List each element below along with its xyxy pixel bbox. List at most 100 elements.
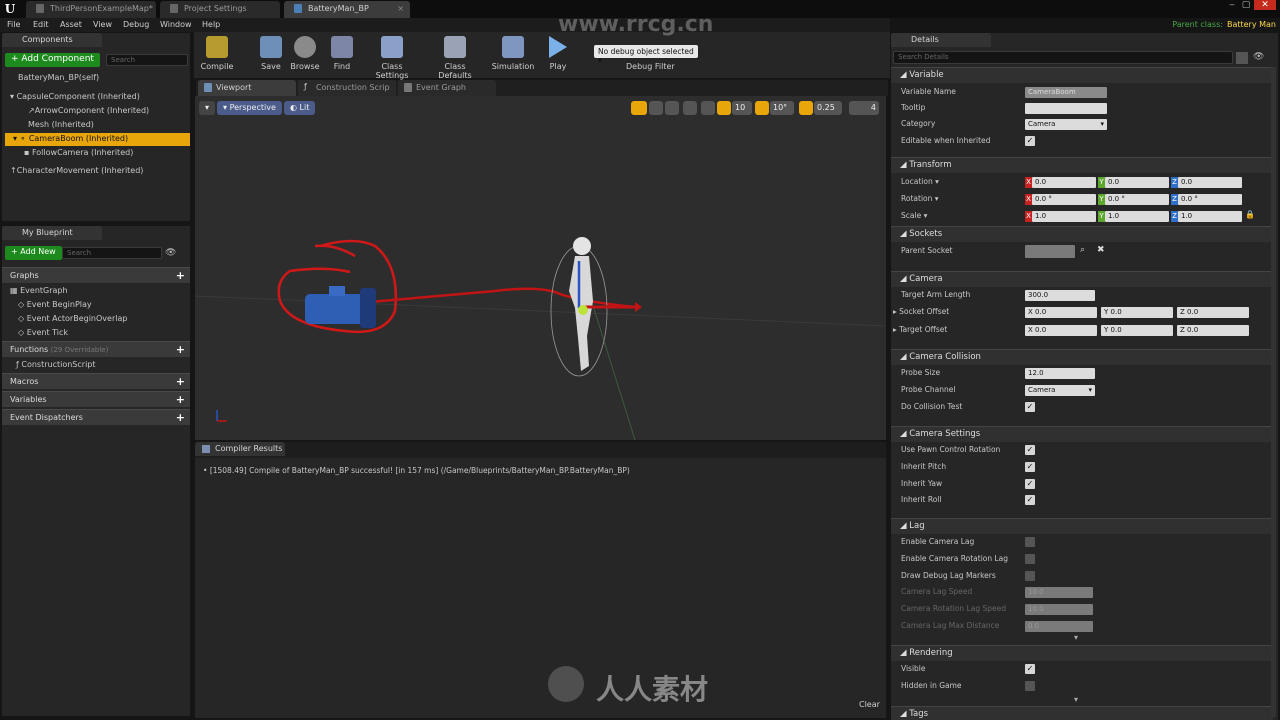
- close-window-icon[interactable]: ✕: [1254, 0, 1276, 10]
- components-search-input[interactable]: Search: [106, 54, 188, 66]
- inherit-pitch-checkbox[interactable]: ✓: [1025, 462, 1035, 472]
- probe-size-input[interactable]: 12.0: [1025, 368, 1095, 379]
- component-root[interactable]: BatteryMan_BP(self): [18, 73, 99, 82]
- grid-size-value[interactable]: 10: [732, 101, 752, 115]
- editable-checkbox[interactable]: ✓: [1025, 136, 1035, 146]
- rotation-y-input[interactable]: 0.0 °: [1105, 194, 1169, 205]
- lag-section[interactable]: ◢ Lag: [891, 518, 1273, 534]
- tab-event-graph[interactable]: Event Graph: [398, 80, 496, 96]
- minimize-icon[interactable]: ‒: [1226, 0, 1238, 10]
- scale-snap-value[interactable]: 0.25: [814, 101, 842, 115]
- component-capsule[interactable]: ▾ CapsuleComponent (Inherited): [10, 92, 140, 101]
- visible-checkbox[interactable]: ✓: [1025, 664, 1035, 674]
- hidden-in-game-checkbox[interactable]: [1025, 681, 1035, 691]
- target-offset-label[interactable]: ▸ Target Offset: [893, 325, 947, 334]
- menu-edit[interactable]: Edit: [33, 20, 49, 29]
- add-variable-icon[interactable]: +: [176, 393, 185, 406]
- perspective-button[interactable]: ▾ Perspective: [217, 101, 282, 115]
- translate-icon[interactable]: [631, 101, 647, 115]
- menu-window[interactable]: Window: [160, 20, 192, 29]
- rotation-snap-icon[interactable]: [755, 101, 769, 115]
- rotation-lag-checkbox[interactable]: [1025, 554, 1035, 564]
- event-beginplay[interactable]: ◇ Event BeginPlay: [18, 300, 92, 309]
- grid-snap-icon[interactable]: [717, 101, 731, 115]
- component-cameraboom[interactable]: ▾ ⚬ CameraBoom (Inherited): [5, 133, 190, 146]
- menu-debug[interactable]: Debug: [123, 20, 149, 29]
- details-scrollbar[interactable]: [1271, 67, 1276, 717]
- menu-view[interactable]: View: [93, 20, 112, 29]
- viewport-options-icon[interactable]: ▾: [199, 101, 216, 115]
- variable-name-input[interactable]: CameraBoom: [1025, 87, 1107, 98]
- add-dispatcher-icon[interactable]: +: [176, 411, 185, 424]
- scale-z-input[interactable]: 1.0: [1178, 211, 1242, 222]
- simulation-button[interactable]: Simulation: [490, 36, 536, 76]
- component-arrow[interactable]: ↗ArrowComponent (Inherited): [28, 106, 149, 115]
- location-y-input[interactable]: 0.0: [1105, 177, 1169, 188]
- lit-button[interactable]: ◐ Lit: [284, 101, 316, 115]
- add-new-button[interactable]: + Add New: [5, 246, 62, 260]
- rotation-x-input[interactable]: 0.0 °: [1032, 194, 1096, 205]
- world-icon[interactable]: [683, 101, 697, 115]
- camera-collision-section[interactable]: ◢ Camera Collision: [891, 349, 1273, 365]
- macros-section[interactable]: Macros +: [2, 373, 190, 389]
- eye-icon[interactable]: 👁: [1253, 52, 1264, 62]
- graph-eventgraph[interactable]: ▦ EventGraph: [10, 286, 68, 295]
- rotate-icon[interactable]: [649, 101, 663, 115]
- event-tick[interactable]: ◇ Event Tick: [18, 328, 68, 337]
- tab-construction-script[interactable]: ƒ Construction Scrip: [298, 80, 396, 96]
- lock-icon[interactable]: 🔒: [1245, 210, 1255, 219]
- socket-offset-z[interactable]: Z 0.0: [1177, 307, 1249, 318]
- graphs-section[interactable]: Graphs +: [2, 267, 190, 283]
- socket-offset-x[interactable]: X 0.0: [1025, 307, 1097, 318]
- parent-socket-input[interactable]: [1025, 245, 1075, 258]
- tab-batteryman-bp[interactable]: BatteryMan_BP ×: [284, 1, 410, 18]
- maximize-icon[interactable]: ▢: [1240, 0, 1252, 10]
- pawn-rotation-checkbox[interactable]: ✓: [1025, 445, 1035, 455]
- event-actorbeginoverlap[interactable]: ◇ Event ActorBeginOverlap: [18, 314, 127, 323]
- parent-class-link[interactable]: Battery Man: [1227, 20, 1276, 29]
- inherit-roll-checkbox[interactable]: ✓: [1025, 495, 1035, 505]
- compile-button[interactable]: Compile: [196, 36, 238, 76]
- close-tab-icon[interactable]: ×: [397, 4, 404, 13]
- surface-snap-icon[interactable]: [701, 101, 715, 115]
- search-icon[interactable]: ⌕: [1080, 245, 1085, 255]
- probe-channel-select[interactable]: Camera ▾: [1025, 385, 1095, 396]
- variable-section[interactable]: ◢ Variable: [891, 67, 1273, 83]
- clear-icon[interactable]: ✖: [1097, 245, 1105, 255]
- menu-asset[interactable]: Asset: [60, 20, 82, 29]
- tab-viewport[interactable]: Viewport: [198, 80, 296, 96]
- add-function-icon[interactable]: +: [176, 343, 185, 356]
- scale-snap-icon[interactable]: [799, 101, 813, 115]
- arm-length-input[interactable]: 300.0: [1025, 290, 1095, 301]
- sockets-section[interactable]: ◢ Sockets: [891, 226, 1273, 242]
- functions-section[interactable]: Functions (29 Overridable) +: [2, 341, 190, 357]
- menu-help[interactable]: Help: [202, 20, 220, 29]
- tab-project-settings[interactable]: Project Settings: [160, 1, 280, 18]
- tab-thirdperson-map[interactable]: ThirdPersonExampleMap*: [26, 1, 156, 18]
- rendering-expand-icon[interactable]: ▾: [1074, 695, 1078, 704]
- viewport[interactable]: ▾ ▾ Perspective ◐ Lit 10 10° 0.25 4: [195, 96, 886, 440]
- details-search-input[interactable]: Search Details: [893, 51, 1233, 64]
- inherit-yaw-checkbox[interactable]: ✓: [1025, 479, 1035, 489]
- collision-test-checkbox[interactable]: ✓: [1025, 402, 1035, 412]
- tags-section[interactable]: ◢ Tags: [891, 706, 1273, 720]
- clear-button[interactable]: Clear: [859, 700, 880, 709]
- blueprint-search-input[interactable]: Search: [62, 247, 162, 259]
- find-button[interactable]: Find: [321, 36, 363, 76]
- rotation-label[interactable]: Rotation ▾: [901, 194, 939, 203]
- add-component-button[interactable]: + Add Component: [5, 53, 100, 67]
- rendering-section[interactable]: ◢ Rendering: [891, 645, 1273, 661]
- scale-icon[interactable]: [665, 101, 679, 115]
- target-offset-x[interactable]: X 0.0: [1025, 325, 1097, 336]
- socket-offset-label[interactable]: ▸ Socket Offset: [893, 307, 949, 316]
- tooltip-input[interactable]: [1025, 103, 1107, 114]
- component-followcamera[interactable]: ▪ FollowCamera (Inherited): [24, 148, 133, 157]
- scale-y-input[interactable]: 1.0: [1105, 211, 1169, 222]
- eye-icon[interactable]: 👁: [165, 248, 176, 258]
- variables-section[interactable]: Variables +: [2, 391, 190, 407]
- target-offset-y[interactable]: Y 0.0: [1101, 325, 1173, 336]
- component-mesh[interactable]: Mesh (Inherited): [28, 120, 94, 129]
- add-macro-icon[interactable]: +: [176, 375, 185, 388]
- camera-speed-value[interactable]: 4: [849, 101, 879, 115]
- socket-offset-y[interactable]: Y 0.0: [1101, 307, 1173, 318]
